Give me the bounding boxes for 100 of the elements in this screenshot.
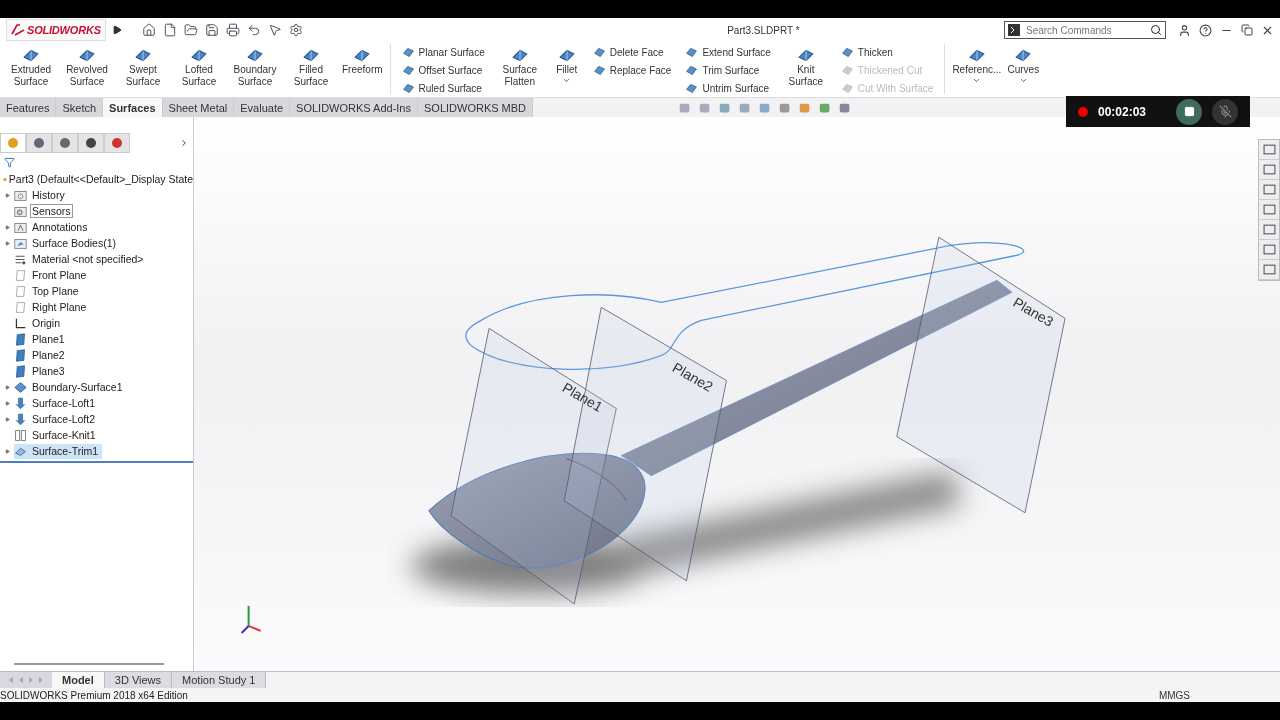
command-tab[interactable]: Surfaces	[103, 98, 163, 117]
print-icon[interactable]	[225, 23, 240, 37]
ribbon-button[interactable]: Delete Face	[590, 44, 674, 61]
ribbon-button[interactable]: Planar Surface	[399, 44, 487, 61]
command-tab[interactable]: Sheet Metal	[162, 98, 235, 117]
origin-icon	[14, 316, 27, 330]
expand-icon[interactable]	[4, 416, 10, 422]
tree-item[interactable]: Annotations	[14, 219, 92, 235]
ribbon-button[interactable]: Trim Surface	[683, 62, 773, 79]
tree-root[interactable]: Part3 (Default<<Default>_Display State	[8, 173, 193, 185]
plane-icon	[14, 284, 27, 298]
tree-item[interactable]: Surface-Trim1	[14, 443, 103, 459]
help-icon[interactable]	[1199, 23, 1212, 37]
tree-item[interactable]: Surface-Loft1	[14, 395, 100, 411]
ribbon-button[interactable]: Extruded Surface	[4, 44, 58, 90]
ribbon-button[interactable]: Boundary Surface	[228, 44, 282, 90]
ribbon-button[interactable]: Extend Surface	[683, 44, 773, 61]
plane-icon	[14, 348, 27, 362]
search-field[interactable]: Search Commands	[1024, 23, 1146, 37]
search-bar[interactable]: Search Commands	[1004, 21, 1166, 39]
save-icon[interactable]	[204, 23, 219, 37]
tree-item[interactable]: Origin	[14, 315, 64, 331]
command-tab[interactable]: Evaluate	[234, 98, 291, 117]
ribbon-button[interactable]: Curves	[1005, 44, 1042, 87]
surface-bodies-icon	[14, 236, 27, 250]
caret-icon	[972, 76, 982, 85]
tree-item[interactable]: Material <not specified>	[14, 251, 148, 267]
ribbon-button[interactable]: Replace Face	[590, 62, 674, 79]
model-tab[interactable]: Model	[52, 672, 105, 688]
tree-item[interactable]: Plane3	[14, 363, 69, 379]
search-icon[interactable]	[1150, 24, 1162, 36]
mic-muted-icon	[1218, 105, 1232, 118]
undo-icon[interactable]	[246, 23, 261, 37]
restore-icon[interactable]	[1241, 24, 1253, 36]
surface-tool-icon	[840, 64, 854, 77]
caret-icon	[1018, 76, 1028, 85]
tree-item[interactable]: History	[14, 187, 69, 203]
command-prompt-icon	[1008, 24, 1020, 36]
expand-icon[interactable]	[4, 384, 10, 390]
ribbon-button[interactable]: Untrim Surface	[683, 80, 773, 97]
model-tab[interactable]: 3D Views	[104, 672, 173, 688]
surface-tool-icon	[840, 46, 854, 59]
annotation-folder-icon	[14, 220, 27, 234]
ribbon-button[interactable]: Lofted Surface	[172, 44, 226, 90]
tree-item[interactable]: Front Plane	[14, 267, 91, 283]
surface-tool-icon	[592, 46, 606, 59]
surface-tool-icon	[840, 82, 854, 95]
command-tab[interactable]: SOLIDWORKS MBD	[418, 98, 534, 117]
more-icon[interactable]	[179, 138, 189, 148]
surface-tool-icon	[401, 46, 415, 59]
select-icon[interactable]	[267, 23, 282, 37]
ribbon-button[interactable]: Swept Surface	[116, 44, 170, 90]
tree-item[interactable]: Surface-Knit1	[14, 427, 100, 443]
command-tab[interactable]: SOLIDWORKS Add-Ins	[290, 98, 418, 117]
user-icon[interactable]	[1178, 23, 1191, 37]
window-title: Part3.SLDPRT *	[727, 24, 800, 36]
ribbon-button[interactable]: Revolved Surface	[60, 44, 114, 90]
recording-time: 00:02:03	[1098, 104, 1147, 119]
expand-icon[interactable]	[4, 192, 10, 198]
expand-icon[interactable]	[4, 448, 10, 454]
app-logo[interactable]: SOLIDWORKS	[6, 19, 106, 41]
new-file-icon[interactable]	[162, 23, 177, 37]
command-tab[interactable]: Sketch	[56, 98, 104, 117]
expand-icon[interactable]	[4, 240, 10, 246]
tree-item[interactable]: Boundary-Surface1	[14, 379, 127, 395]
surface-tool-icon	[685, 46, 699, 59]
expand-icon[interactable]	[4, 224, 10, 230]
model-tab[interactable]: Motion Study 1	[172, 672, 267, 688]
filter-icon[interactable]	[4, 156, 15, 168]
units-label[interactable]: MMGS	[1158, 689, 1190, 701]
ribbon-button[interactable]: Fillet	[548, 44, 585, 87]
expand-icon[interactable]	[4, 400, 10, 406]
plane-icon	[14, 332, 27, 346]
ribbon-button[interactable]: Offset Surface	[399, 62, 487, 79]
loft-surface-icon	[14, 396, 27, 410]
expand-menu-icon[interactable]	[111, 25, 122, 35]
tree-item[interactable]: Surface-Loft2	[14, 411, 100, 427]
tree-item[interactable]: Surface Bodies(1)	[14, 235, 121, 251]
ribbon-button[interactable]: Knit Surface	[778, 44, 833, 90]
stop-button[interactable]	[1176, 98, 1202, 125]
tree-item[interactable]: Right Plane	[14, 299, 91, 315]
loft-surface-icon	[14, 412, 27, 426]
ribbon-button[interactable]: Thicken	[838, 44, 936, 61]
axis-triad-icon	[240, 604, 262, 634]
ribbon-button[interactable]: Surface Flatten	[492, 44, 547, 90]
surface-tool-icon	[401, 82, 415, 95]
ribbon-button[interactable]: Filled Surface	[284, 44, 338, 90]
tree-item[interactable]: Plane1	[14, 331, 69, 347]
open-icon[interactable]	[183, 23, 198, 37]
plane-icon	[14, 300, 27, 314]
tree-item[interactable]: Top Plane	[14, 283, 83, 299]
mute-button[interactable]	[1212, 98, 1238, 125]
tree-item[interactable]: Plane2	[14, 347, 69, 363]
ribbon-button[interactable]: Freeform	[340, 44, 385, 78]
record-icon	[1078, 106, 1088, 117]
settings-icon[interactable]	[288, 23, 303, 37]
surface-tool-icon	[592, 64, 606, 77]
command-tab[interactable]: Features	[0, 98, 57, 117]
ribbon-button[interactable]: Referenc...	[950, 44, 1004, 87]
ribbon-button[interactable]: Ruled Surface	[399, 80, 487, 97]
